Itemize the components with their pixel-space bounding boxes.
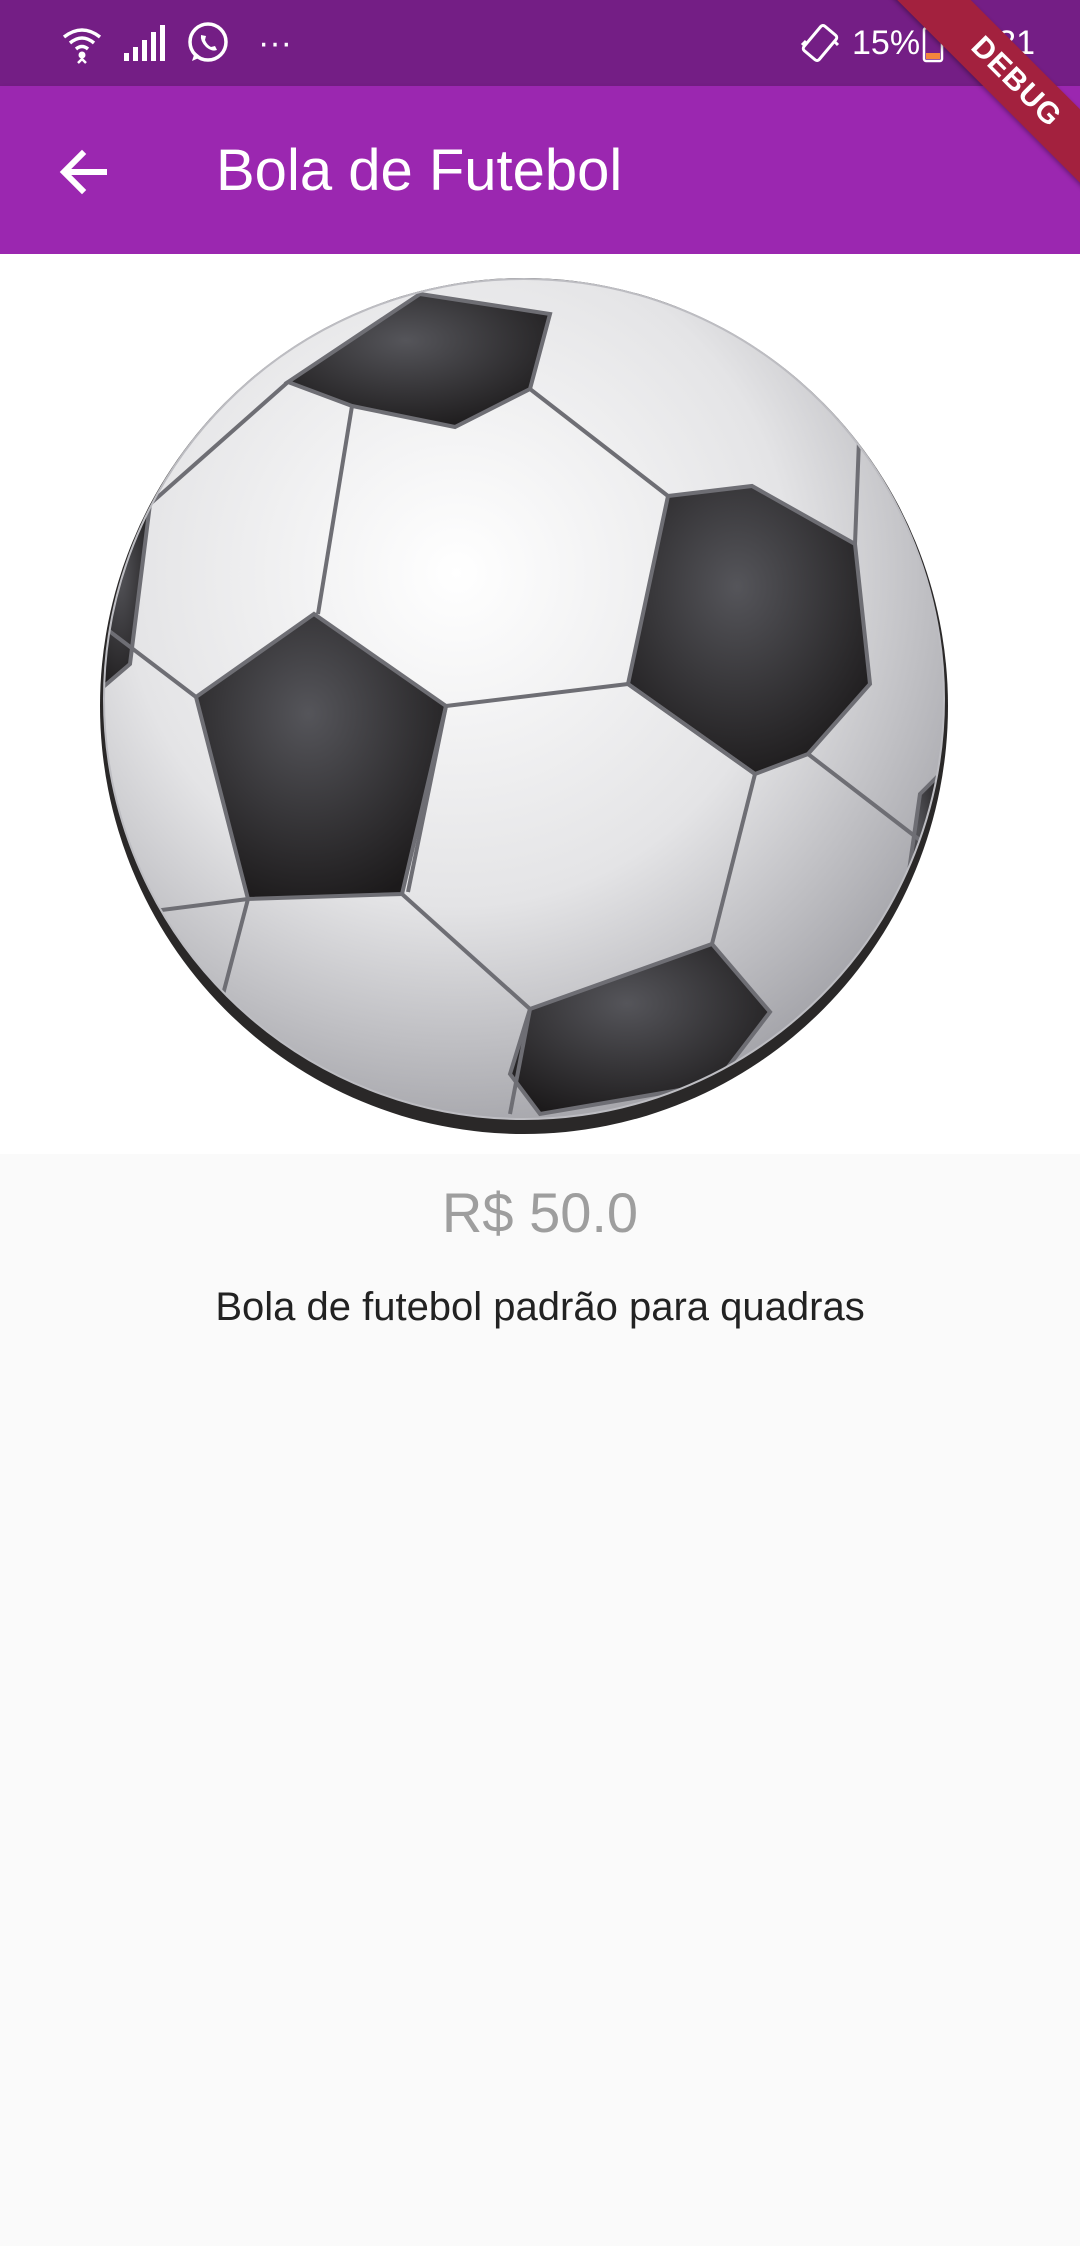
arrow-back-icon: [59, 149, 107, 195]
product-price: R$ 50.0: [441, 1181, 639, 1244]
more-notifications-icon: ···: [258, 23, 292, 62]
product-description: Bola de futebol padrão para quadras: [215, 1285, 865, 1329]
battery-percentage: 15%: [852, 23, 921, 62]
back-button[interactable]: [36, 124, 132, 220]
clock: 20:31: [950, 23, 1036, 62]
app-bar: Bola de Futebol: [0, 86, 1080, 254]
page-title: Bola de Futebol: [216, 137, 623, 203]
vibrate-icon: [796, 0, 844, 86]
wifi-icon: [58, 0, 106, 86]
whatsapp-icon: [184, 0, 232, 86]
status-bar: ··· 15% 20:31: [0, 0, 1080, 86]
battery-icon: [922, 0, 944, 86]
signal-icon: [122, 0, 168, 86]
soccer-ball-image: [100, 278, 948, 1134]
product-image: [0, 254, 1080, 1154]
